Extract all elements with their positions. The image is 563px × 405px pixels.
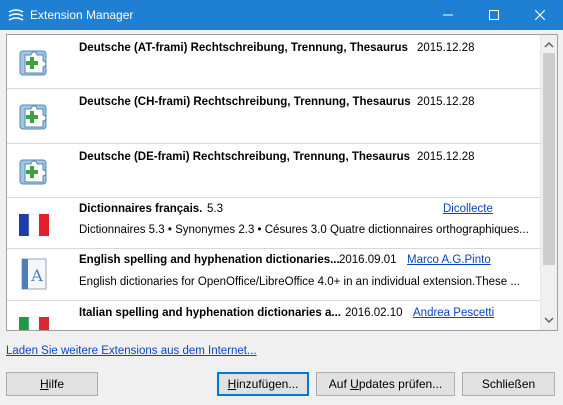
extension-description: Dictionnaires 5.3 • Synonymes 2.3 • Césu… xyxy=(79,224,529,236)
extension-row[interactable]: Deutsche (DE-frami) Rechtschreibung, Tre… xyxy=(7,144,541,198)
extension-list[interactable]: Deutsche (AT-frami) Rechtschreibung, Tre… xyxy=(6,34,558,331)
extension-row[interactable]: Deutsche (CH-frami) Rechtschreibung, Tre… xyxy=(7,89,541,144)
document-a-icon: A xyxy=(21,258,47,290)
extension-name: Deutsche (AT-frami) Rechtschreibung, Tre… xyxy=(79,42,408,54)
extension-row[interactable]: Dictionnaires français. 5.3 Dicollecte D… xyxy=(7,198,541,249)
svg-text:A: A xyxy=(30,266,43,285)
puzzle-icon xyxy=(19,104,47,130)
french-flag-icon xyxy=(19,213,49,237)
extension-name: Deutsche (DE-frami) Rechtschreibung, Tre… xyxy=(79,151,410,163)
puzzle-icon xyxy=(19,159,47,185)
scroll-up-icon[interactable] xyxy=(541,37,557,53)
add-button[interactable]: Hinzufügen... xyxy=(217,372,309,396)
maximize-icon xyxy=(489,10,499,20)
extension-row[interactable]: A English spelling and hyphenation dicti… xyxy=(7,249,541,301)
italian-flag-icon xyxy=(19,316,49,330)
extension-version: 2016.09.01 xyxy=(339,254,397,266)
publisher-link[interactable]: Andrea Pescetti xyxy=(413,307,494,319)
extension-version: 2016.02.10 xyxy=(345,307,403,319)
more-extensions-link[interactable]: Laden Sie weitere Extensions aus dem Int… xyxy=(6,345,257,357)
extension-name: Dictionnaires français. xyxy=(79,203,203,215)
extension-description: English dictionaries for OpenOffice/Libr… xyxy=(79,276,520,288)
check-updates-button[interactable]: Auf Updates prüfen... xyxy=(316,372,455,396)
puzzle-icon xyxy=(19,50,47,76)
extension-version: 2015.12.28 xyxy=(417,151,475,163)
minimize-button[interactable] xyxy=(425,0,471,30)
title-bar[interactable]: Extension Manager xyxy=(0,0,563,30)
maximize-button[interactable] xyxy=(471,0,517,30)
extension-name: English spelling and hyphenation diction… xyxy=(79,254,340,266)
close-button[interactable]: Schließen xyxy=(462,372,555,396)
app-icon xyxy=(8,9,24,21)
minimize-icon xyxy=(443,14,453,16)
extension-name: Italian spelling and hyphenation diction… xyxy=(79,307,341,319)
close-icon xyxy=(535,10,545,20)
extension-name: Deutsche (CH-frami) Rechtschreibung, Tre… xyxy=(79,96,411,108)
extension-manager-window: Extension Manager Deutsche (AT-frami) Re… xyxy=(0,0,563,405)
scrollbar-thumb[interactable] xyxy=(543,53,555,265)
publisher-link[interactable]: Dicollecte xyxy=(443,203,493,215)
help-button[interactable]: Hilfe xyxy=(6,372,98,396)
publisher-link[interactable]: Marco A.G.Pinto xyxy=(407,254,491,266)
vertical-scrollbar[interactable] xyxy=(540,35,557,330)
extension-version: 2015.12.28 xyxy=(417,96,475,108)
window-title: Extension Manager xyxy=(30,8,134,22)
extension-version: 5.3 xyxy=(207,203,223,215)
close-window-button[interactable] xyxy=(517,0,563,30)
extension-version: 2015.12.28 xyxy=(417,42,475,54)
extension-row[interactable]: Italian spelling and hyphenation diction… xyxy=(7,301,541,330)
extension-row[interactable]: Deutsche (AT-frami) Rechtschreibung, Tre… xyxy=(7,35,541,89)
scroll-down-icon[interactable] xyxy=(541,312,557,328)
